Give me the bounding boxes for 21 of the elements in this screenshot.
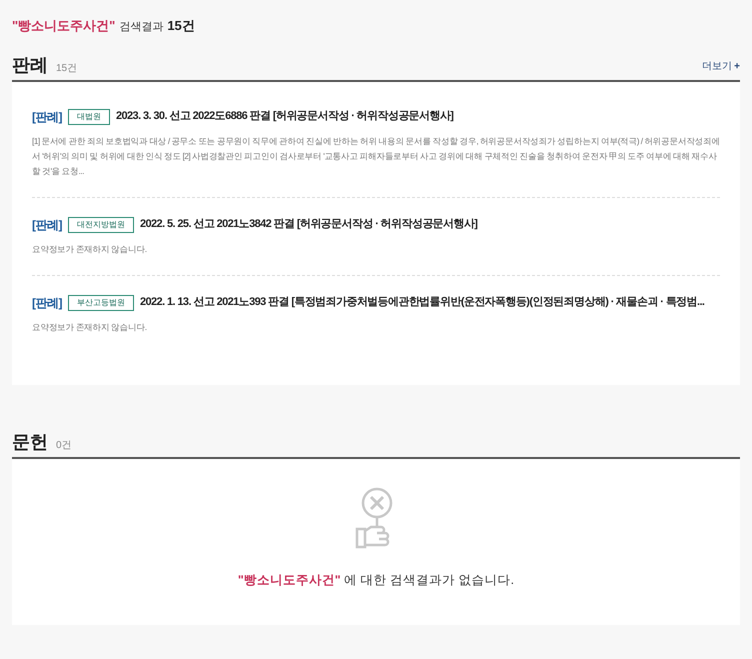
section-title: 판례	[12, 56, 48, 74]
category-label: [판례]	[32, 108, 62, 126]
section-title: 문헌	[12, 432, 48, 450]
case-title-link[interactable]: 2022. 5. 25. 선고 2021노3842 판결 [허위공문서작성 · 허위작성공문서행사]	[140, 216, 478, 233]
court-tag: 부산고등법원	[68, 294, 134, 310]
category-label: [판례]	[32, 216, 62, 234]
result-label: 검색결과	[119, 20, 164, 35]
case-summary: 요약정보가 존재하지 않습니다.	[32, 242, 148, 256]
case-title-link[interactable]: 2023. 3. 30. 선고 2022도6886 판결 [허위공문서작성 · 허위작성공문서행사]	[116, 108, 454, 125]
case-title-link[interactable]: 2022. 1. 13. 선고 2021노393 판결 [특정범죄가중처벌등에관한법률위반(운전자폭행등)(인정된죄명상해) · 재물손괴 · 특정범...	[140, 294, 704, 311]
empty-message: "빵소니도주사건" 에 대한 검색결과가 없습니다.	[238, 572, 514, 588]
result-count: 0건	[56, 440, 72, 450]
case-summary: 요약정보가 존재하지 않습니다.	[32, 320, 148, 334]
result-count: 15건	[56, 64, 78, 74]
category-label: [판례]	[32, 294, 62, 312]
court-tag: 대법원	[68, 108, 110, 124]
case-summary: [1] 문서에 관한 죄의 보호법익과 대상 / 공무소 또는 공무원이 직무에 관하여 진실에 반하는 허위 내용의 문서를 작성할 경우, 허위공문서작성죄가 성립하는지 여부(적극) / 허위공문서작성죄에서 '허위'의 의미 및 허위에 대한 인식 정도 [2] 사법경찰관인 피고인이 검사로부터 '교통사고 피해자들로부터 사고 경위에 대해 구체적인 진술을 청취하여 운전자 甲의 도주 여부에 대해 재수사할 것'을 요청...	[32, 134, 720, 178]
total-count: 15건	[167, 17, 195, 35]
court-tag: 대전지방법원	[68, 216, 134, 232]
search-query: "빵소니도주사건"	[12, 17, 116, 35]
more-link[interactable]: 더보기 +	[702, 58, 740, 74]
